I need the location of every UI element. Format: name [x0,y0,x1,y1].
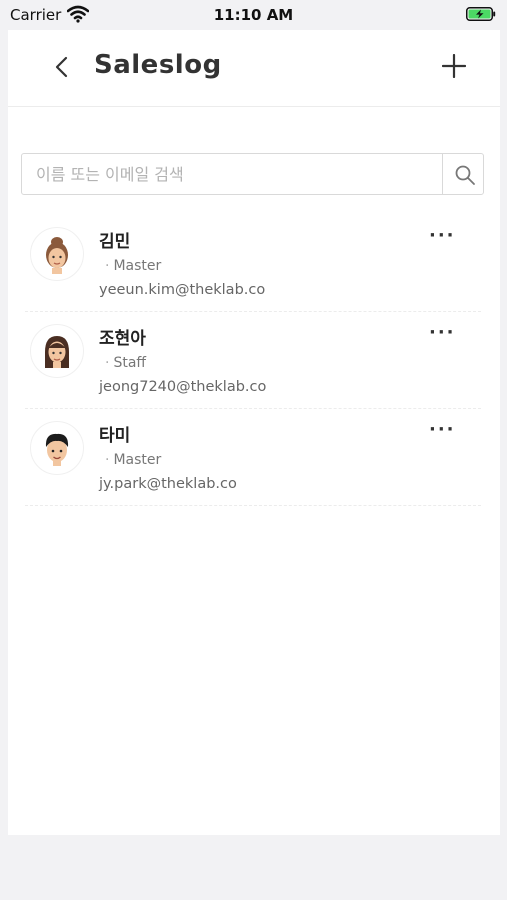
member-row[interactable]: 타미 · Master jy.park@theklab.co ··· [25,409,481,506]
member-role: · Master [105,258,161,274]
role-bullet: · [105,452,110,468]
role-bullet: · [105,355,110,371]
more-options-button[interactable]: ··· [429,225,456,246]
member-row[interactable]: 조현아 · Staff jeong7240@theklab.co ··· [25,312,481,409]
search-button[interactable] [442,154,485,194]
member-role-label: Master [113,452,162,468]
avatar [30,227,84,281]
member-role-label: Master [113,258,162,274]
more-options-button[interactable]: ··· [429,419,456,440]
page-title: Saleslog [94,50,222,80]
female-avatar-brown-hair-icon [46,237,68,274]
back-chevron-icon[interactable] [52,54,72,80]
search-bar [21,153,484,195]
add-plus-icon[interactable] [442,54,466,78]
member-email: jeong7240@theklab.co [99,379,267,395]
role-bullet: · [105,258,110,274]
status-bar: Carrier 11:10 AM [0,0,507,30]
search-input[interactable] [22,154,442,194]
member-email: yeeun.kim@theklab.co [99,282,266,298]
member-email: jy.park@theklab.co [99,476,237,492]
content-card: Saleslog 이름 또는 이메일 검색 김민 · Master yeeun.… [8,30,500,835]
member-role: · Master [105,452,161,468]
navigation-bar: Saleslog [8,30,500,107]
female-avatar-long-hair-icon [45,336,69,368]
more-options-button[interactable]: ··· [429,322,456,343]
member-role-label: Staff [113,355,147,371]
clock: 11:10 AM [213,6,294,24]
member-name: 조현아 [99,329,146,349]
male-avatar-black-hair-icon [45,433,69,466]
member-name: 타미 [99,426,131,446]
search-icon [455,165,475,185]
member-name: 김민 [99,232,131,252]
member-role: · Staff [105,355,146,371]
battery-charging-icon [466,7,496,21]
avatar [30,421,84,475]
avatar [30,324,84,378]
member-row[interactable]: 김민 · Master yeeun.kim@theklab.co ··· [25,215,481,312]
member-list: 김민 · Master yeeun.kim@theklab.co ··· 조현아 … [25,215,481,506]
